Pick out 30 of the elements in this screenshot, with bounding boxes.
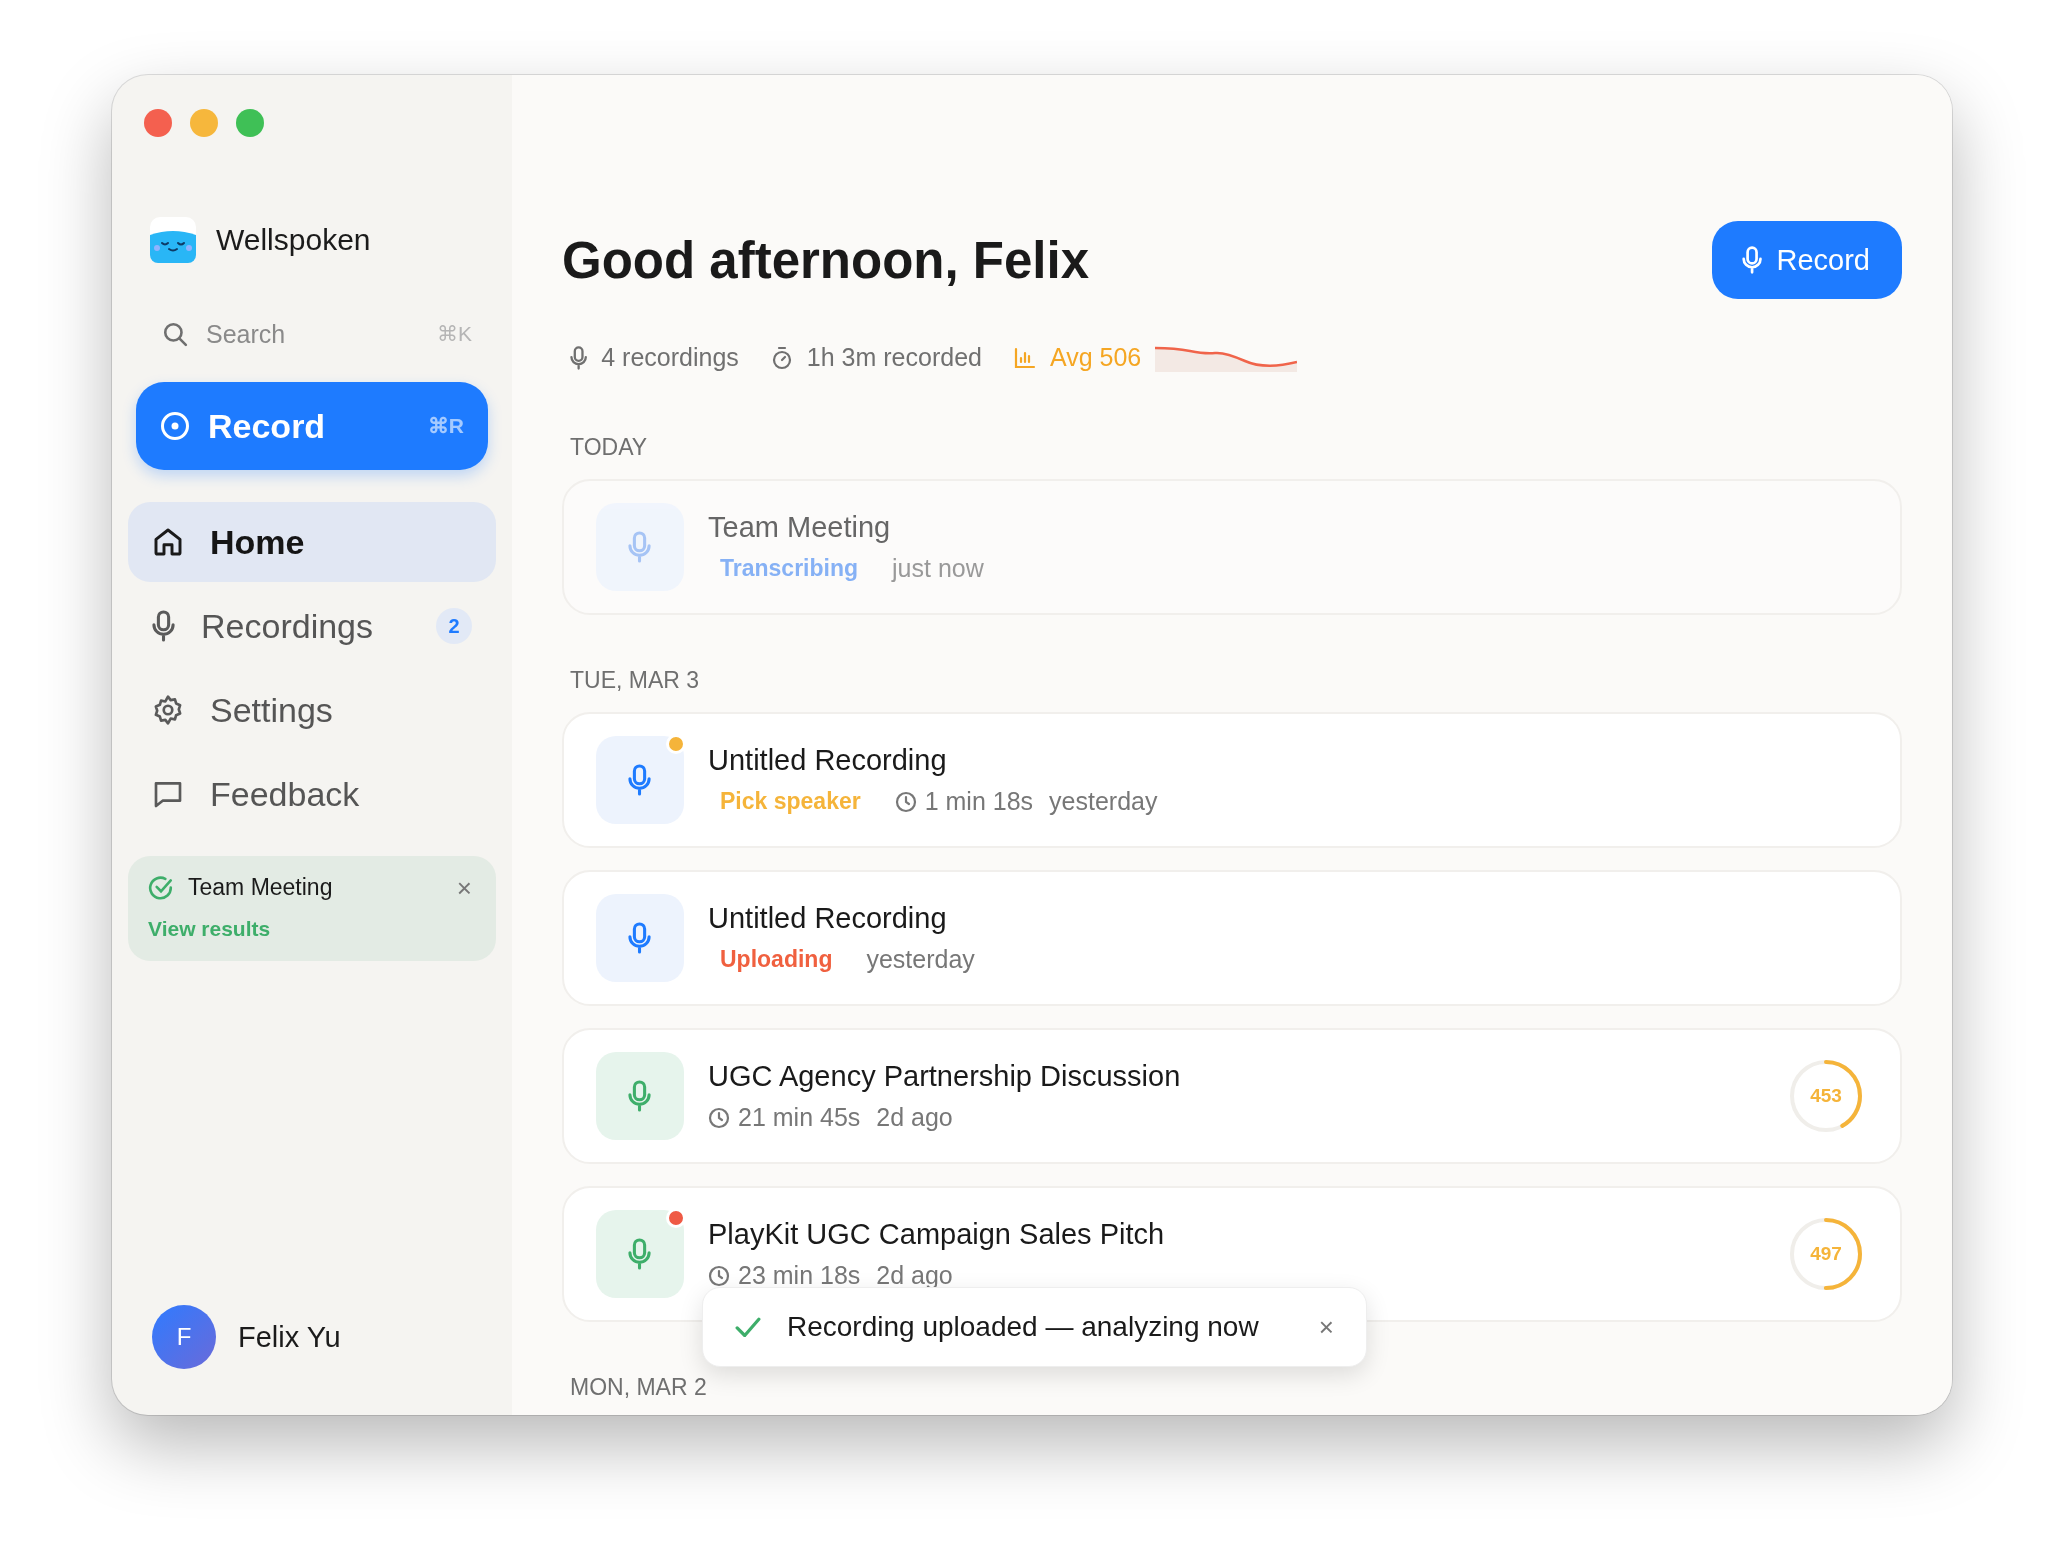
stat-text: 1h 3m recorded bbox=[806, 343, 982, 372]
recording-title: PlayKit UGC Campaign Sales Pitch bbox=[708, 1218, 1166, 1251]
notification-title: Team Meeting bbox=[188, 874, 334, 901]
score-value: 497 bbox=[1810, 1243, 1842, 1265]
app-name: Wellspoken bbox=[216, 223, 371, 257]
duration: 1 min 18s bbox=[924, 787, 1034, 816]
stat-text: 4 recordings bbox=[601, 343, 739, 372]
status-label: Uploading bbox=[719, 946, 834, 973]
shortcut-hint: ⌘K bbox=[437, 322, 472, 346]
greeting-title: Good afternoon, Felix bbox=[562, 230, 1089, 290]
status-label: Transcribing bbox=[719, 555, 860, 582]
section-label: TODAY bbox=[570, 434, 649, 461]
duration: 21 min 45s bbox=[738, 1103, 861, 1132]
status-label: Pick speaker bbox=[719, 788, 862, 815]
count-badge: 2 bbox=[436, 608, 472, 644]
user-name: Felix Yu bbox=[238, 1320, 341, 1354]
recording-title: Untitled Recording bbox=[708, 902, 948, 935]
recording-title: UGC Agency Partnership Discussion bbox=[708, 1060, 1182, 1093]
time-ago: 2d ago bbox=[876, 1103, 953, 1132]
section-label: MON, MAR 2 bbox=[570, 1374, 708, 1401]
shortcut-hint: ⌘R bbox=[427, 414, 464, 438]
time-ago: yesterday bbox=[1049, 787, 1158, 816]
section-label: TUE, MAR 3 bbox=[570, 667, 701, 694]
duration: 23 min 18s bbox=[738, 1261, 861, 1290]
recording-title: Team Meeting bbox=[708, 511, 892, 544]
time-ago: just now bbox=[892, 554, 984, 583]
recording-title: Untitled Recording bbox=[708, 744, 948, 777]
time-ago: yesterday bbox=[866, 945, 975, 974]
stat-text: Avg 506 bbox=[1049, 343, 1142, 372]
score-value: 453 bbox=[1810, 1085, 1842, 1107]
